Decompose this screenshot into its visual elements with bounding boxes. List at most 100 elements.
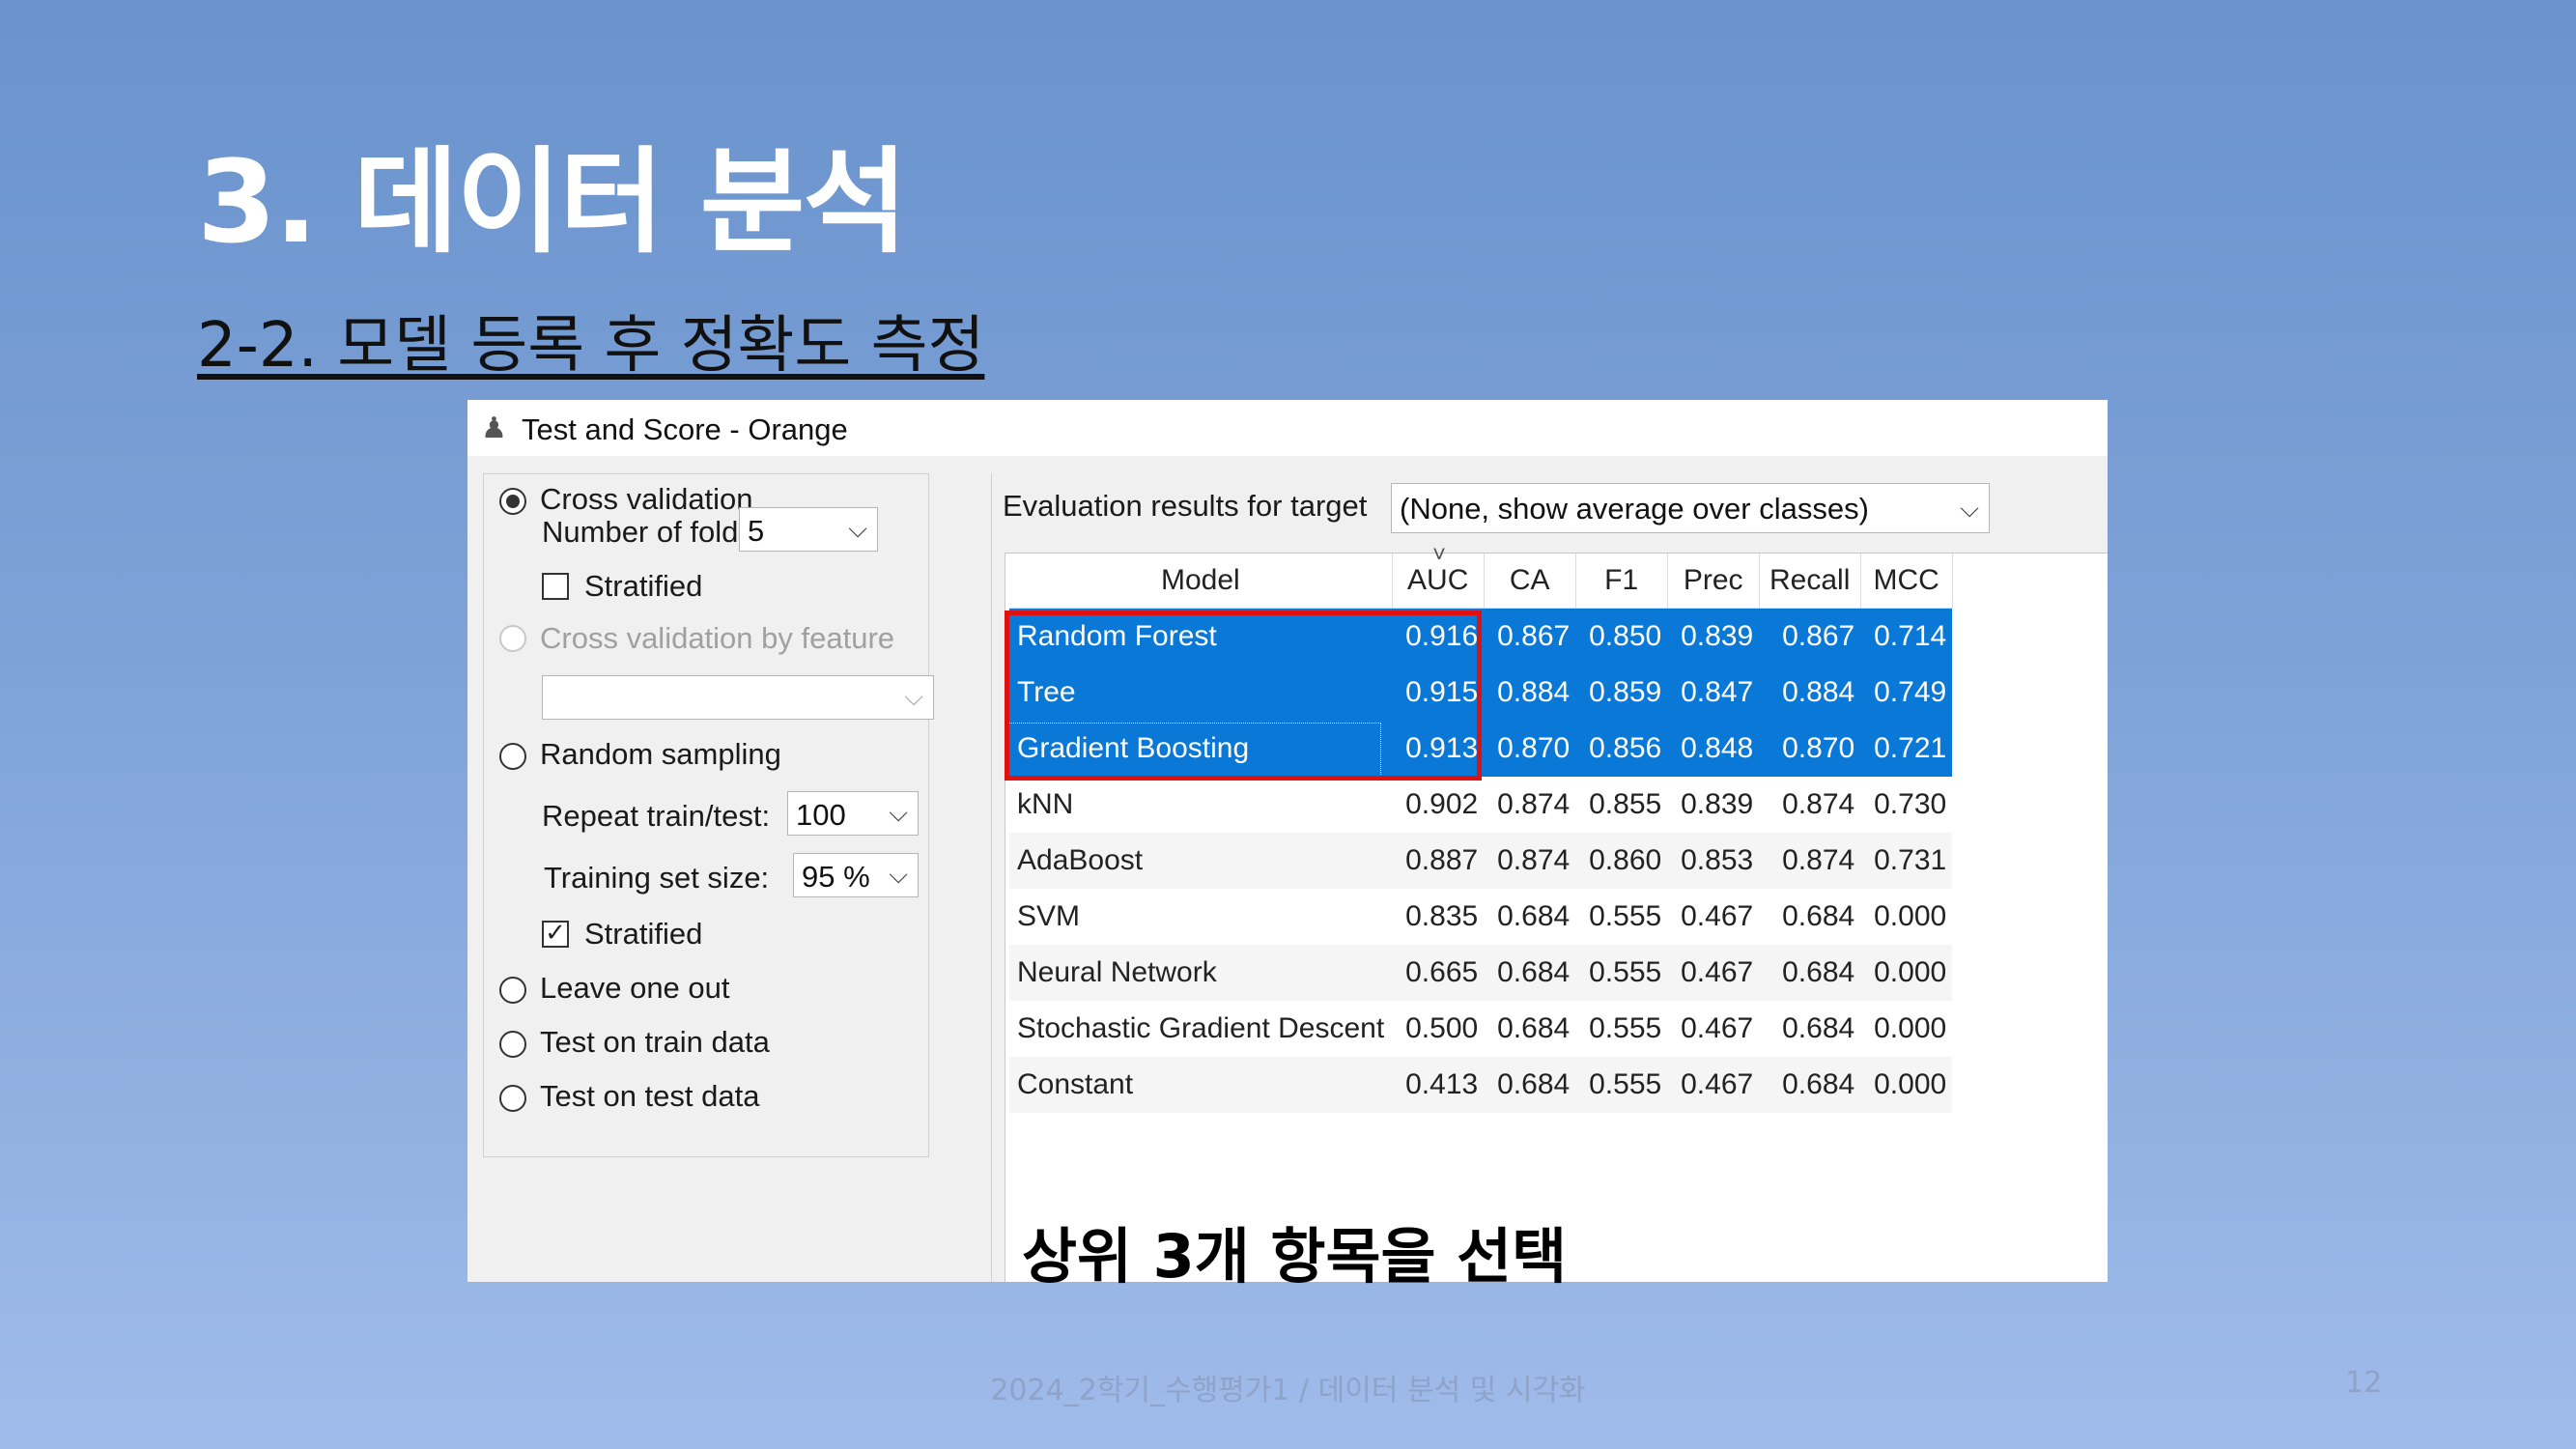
target-class-combo[interactable]: (None, show average over classes) ⌵ bbox=[1391, 483, 1990, 533]
recall-cell: 0.684 bbox=[1782, 900, 1855, 932]
repeat-train-test-label: Repeat train/test: bbox=[542, 799, 771, 833]
prec-cell: 0.467 bbox=[1667, 945, 1760, 1001]
recall-cell: 0.684 bbox=[1782, 1012, 1855, 1044]
f1-cell: 0.860 bbox=[1575, 833, 1668, 889]
recall-cell: 0.874 bbox=[1782, 788, 1855, 820]
mcc-cell: 0.731 bbox=[1860, 833, 1953, 889]
column-header-model[interactable]: Model bbox=[1009, 554, 1393, 609]
column-header-ca[interactable]: CA bbox=[1484, 554, 1576, 609]
sort-indicator-icon: ˅ bbox=[1432, 542, 1447, 568]
f1-cell: 0.856 bbox=[1575, 721, 1668, 777]
results-table-area: Model ˅ AUC CA F1 Prec Recall MCC Random… bbox=[1005, 542, 2108, 1282]
model-cell: kNN bbox=[1017, 788, 1074, 820]
auc-cell: 0.500 bbox=[1405, 1012, 1479, 1044]
auc-cell: 0.916 bbox=[1392, 608, 1485, 665]
recall-cell: 0.684 bbox=[1759, 945, 1861, 1001]
mcc-cell: 0.749 bbox=[1860, 665, 1953, 721]
column-header-f1[interactable]: F1 bbox=[1575, 554, 1668, 609]
table-row[interactable]: SVM 0.835 0.684 0.555 0.467 0.684 0.000 bbox=[1009, 889, 1952, 945]
model-cell: Stochastic Gradient Descent bbox=[1017, 1012, 1385, 1044]
ca-cell: 0.684 bbox=[1484, 945, 1576, 1001]
table-row[interactable]: AdaBoost 0.887 0.874 0.860 0.853 0.874 0… bbox=[1009, 833, 1953, 889]
stratified-checkbox[interactable] bbox=[542, 573, 569, 600]
page-number: 12 bbox=[2345, 1366, 2383, 1400]
auc-cell: 0.913 bbox=[1392, 721, 1485, 777]
test-on-train-radio[interactable] bbox=[499, 1031, 526, 1058]
table-row[interactable]: Stochastic Gradient Descent 0.500 0.684 … bbox=[1009, 1001, 1952, 1057]
mcc-cell: 0.714 bbox=[1860, 608, 1953, 665]
table-row[interactable]: Tree 0.915 0.884 0.859 0.847 0.884 0.749 bbox=[1009, 665, 1953, 721]
f1-cell: 0.850 bbox=[1575, 608, 1668, 665]
slide-subtitle: 2-2. 모델 등록 후 정확도 측정 bbox=[197, 310, 985, 382]
column-header-auc[interactable]: ˅ AUC bbox=[1392, 542, 1485, 609]
leave-one-out-radio[interactable] bbox=[499, 977, 526, 1004]
f1-cell: 0.555 bbox=[1589, 1012, 1662, 1044]
stratified-label: Stratified bbox=[584, 569, 703, 603]
ca-cell: 0.874 bbox=[1484, 833, 1576, 889]
cross-validation-label: Cross validation bbox=[540, 482, 753, 516]
mcc-cell: 0.000 bbox=[1860, 1057, 1953, 1113]
table-row[interactable]: kNN 0.902 0.874 0.855 0.839 0.874 0.730 bbox=[1009, 777, 1952, 833]
auc-cell: 0.835 bbox=[1405, 900, 1479, 932]
chevron-down-icon: ⌵ bbox=[1960, 494, 1979, 523]
ca-cell: 0.684 bbox=[1497, 1012, 1571, 1044]
chevron-down-icon: ⌵ bbox=[848, 514, 867, 543]
mcc-cell: 0.721 bbox=[1860, 721, 1953, 777]
auc-cell: 0.413 bbox=[1392, 1057, 1485, 1113]
random-sampling-radio[interactable] bbox=[499, 743, 526, 770]
test-on-train-label: Test on train data bbox=[540, 1025, 770, 1059]
table-row[interactable]: Random Forest 0.916 0.867 0.850 0.839 0.… bbox=[1009, 608, 1953, 665]
column-header-recall[interactable]: Recall bbox=[1759, 554, 1861, 609]
window-title: Test and Score - Orange bbox=[522, 412, 848, 446]
chevron-down-icon: ⌵ bbox=[889, 860, 908, 889]
table-row[interactable]: Constant 0.413 0.684 0.555 0.467 0.684 0… bbox=[1009, 1057, 1953, 1113]
training-set-size-combo[interactable]: 95 % ⌵ bbox=[793, 853, 919, 897]
test-on-test-label: Test on test data bbox=[540, 1079, 760, 1113]
cross-validation-by-feature-radio[interactable] bbox=[499, 625, 526, 652]
recall-cell: 0.684 bbox=[1759, 1057, 1861, 1113]
prec-cell: 0.467 bbox=[1681, 900, 1754, 932]
recall-cell: 0.874 bbox=[1759, 833, 1861, 889]
test-on-test-radio[interactable] bbox=[499, 1085, 526, 1112]
cross-validation-radio[interactable] bbox=[499, 488, 526, 515]
recall-cell: 0.884 bbox=[1759, 665, 1861, 721]
prec-cell: 0.847 bbox=[1667, 665, 1760, 721]
model-cell: Random Forest bbox=[1009, 608, 1393, 665]
chevron-down-icon: ⌵ bbox=[889, 798, 908, 827]
ca-cell: 0.874 bbox=[1497, 788, 1571, 820]
mcc-cell: 0.000 bbox=[1874, 900, 1947, 932]
feature-combo[interactable]: ⌵ bbox=[542, 675, 934, 720]
table-row[interactable]: Gradient Boosting 0.913 0.870 0.856 0.84… bbox=[1009, 721, 1953, 777]
leave-one-out-label: Leave one out bbox=[540, 971, 730, 1005]
ca-cell: 0.870 bbox=[1484, 721, 1576, 777]
mcc-cell: 0.000 bbox=[1860, 945, 1953, 1001]
auc-cell: 0.665 bbox=[1392, 945, 1485, 1001]
column-header-mcc[interactable]: MCC bbox=[1860, 554, 1953, 609]
prec-cell: 0.848 bbox=[1667, 721, 1760, 777]
test-and-score-window: ♟ Test and Score - Orange Cross validati… bbox=[467, 400, 2108, 1282]
ca-cell: 0.884 bbox=[1484, 665, 1576, 721]
prec-cell: 0.839 bbox=[1667, 608, 1760, 665]
auc-cell: 0.902 bbox=[1405, 788, 1479, 820]
number-of-folds-combo[interactable]: 5 ⌵ bbox=[739, 507, 878, 552]
ca-cell: 0.867 bbox=[1484, 608, 1576, 665]
column-header-prec[interactable]: Prec bbox=[1667, 554, 1760, 609]
chevron-down-icon: ⌵ bbox=[904, 682, 923, 711]
recall-cell: 0.867 bbox=[1759, 608, 1861, 665]
f1-cell: 0.555 bbox=[1575, 945, 1668, 1001]
prec-cell: 0.467 bbox=[1667, 1057, 1760, 1113]
prec-cell: 0.853 bbox=[1667, 833, 1760, 889]
slide-title: 3. 데이터 분석 bbox=[197, 135, 908, 269]
random-sampling-label: Random sampling bbox=[540, 737, 781, 771]
stratified-sampling-checkbox[interactable]: ✓ bbox=[542, 921, 569, 948]
model-cell: Gradient Boosting bbox=[1009, 721, 1393, 777]
orange-app-icon: ♟ bbox=[481, 412, 507, 444]
ca-cell: 0.684 bbox=[1497, 900, 1571, 932]
auc-cell: 0.887 bbox=[1392, 833, 1485, 889]
window-titlebar[interactable]: ♟ Test and Score - Orange bbox=[467, 400, 2108, 456]
auc-cell: 0.915 bbox=[1392, 665, 1485, 721]
model-cell: Neural Network bbox=[1009, 945, 1393, 1001]
table-row[interactable]: Neural Network 0.665 0.684 0.555 0.467 0… bbox=[1009, 945, 1953, 1001]
repeat-train-test-combo[interactable]: 100 ⌵ bbox=[787, 791, 919, 836]
model-cell: Tree bbox=[1009, 665, 1393, 721]
